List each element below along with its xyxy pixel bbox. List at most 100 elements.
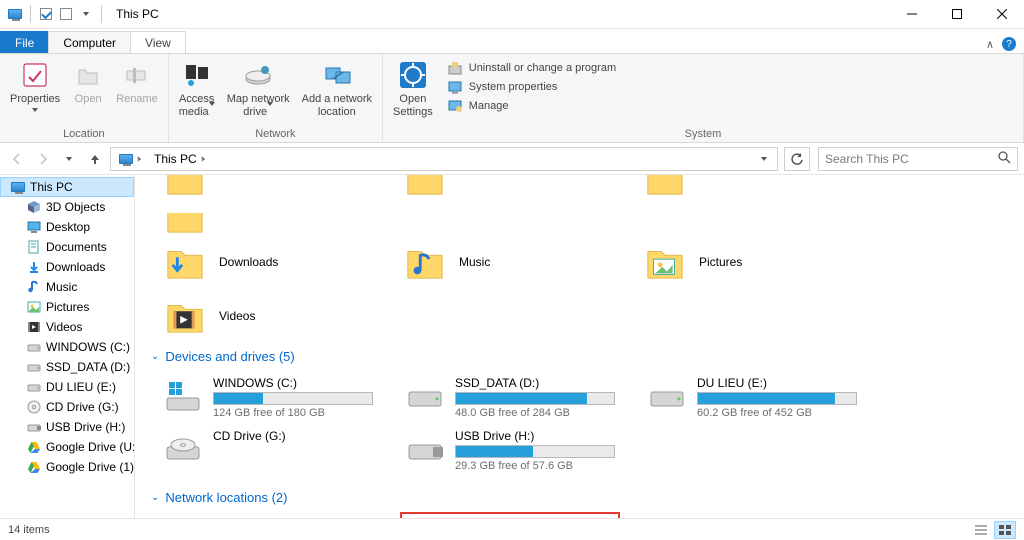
section-devices-and-drives[interactable]: ⌄ Devices and drives (5) <box>135 339 1024 370</box>
folder-label: Videos <box>219 309 255 323</box>
address-root-icon[interactable] <box>113 154 148 164</box>
uninstall-program-button[interactable]: Uninstall or change a program <box>445 59 618 77</box>
cube-icon <box>26 199 42 215</box>
drive-label: SSD_DATA (D:) <box>455 376 615 390</box>
ribbon-group-network: Access media Map network drive Add a net… <box>169 54 383 142</box>
folder-icon <box>163 241 207 283</box>
drive-item[interactable]: DU LIEU (E:) 60.2 GB free of 452 GB <box>647 376 857 419</box>
tab-view[interactable]: View <box>130 31 186 53</box>
collapse-ribbon-icon[interactable]: ∧ <box>986 38 994 51</box>
folder-icon <box>163 213 207 239</box>
tree-item[interactable]: CD Drive (G:) <box>0 397 134 417</box>
items-view[interactable]: Downloads Music Pictures Videos ⌄ Devices a… <box>135 175 1024 518</box>
manage-button[interactable]: Manage <box>445 97 618 115</box>
tree-item[interactable]: Documents <box>0 237 134 257</box>
maximize-button[interactable] <box>934 0 979 29</box>
usage-bar <box>697 392 857 405</box>
folder-item[interactable]: Downloads <box>163 241 363 283</box>
folder-item[interactable] <box>643 175 843 201</box>
uninstall-program-icon <box>447 60 463 76</box>
drive-free-text: 29.3 GB free of 57.6 GB <box>455 460 615 472</box>
tree-item-label: Pictures <box>46 300 89 314</box>
address-dropdown-icon[interactable] <box>753 157 775 161</box>
ribbon-group-location: Properties Open Rename Location <box>0 54 169 142</box>
navigation-tree[interactable]: This PC 3D Objects Desktop DocumentsDownloa… <box>0 175 135 518</box>
refresh-button[interactable] <box>784 147 810 171</box>
ribbon-group-system: Open Settings Uninstall or change a prog… <box>383 54 1024 142</box>
address-bar[interactable]: This PC <box>110 147 778 171</box>
help-icon[interactable]: ? <box>1002 37 1016 51</box>
open-button[interactable]: Open <box>68 57 108 108</box>
down-icon <box>26 259 42 275</box>
qat-checkbox-icon[interactable] <box>37 5 55 23</box>
tree-item[interactable]: 3D Objects <box>0 197 134 217</box>
nav-history-dropdown[interactable] <box>58 148 80 170</box>
folder-label: Music <box>459 255 490 269</box>
drive-icon <box>26 379 42 395</box>
content-area: This PC3D ObjectsDesktopDocumentsDownloa… <box>0 175 1024 518</box>
tree-item[interactable]: Google Drive (U:) <box>0 437 134 457</box>
tree-item[interactable]: WINDOWS (C:) <box>0 337 134 357</box>
tab-file[interactable]: File <box>0 31 49 53</box>
tree-item[interactable]: Desktop <box>0 217 134 237</box>
access-media-button[interactable]: Access media <box>175 57 219 120</box>
tree-item-label: Desktop <box>46 220 90 234</box>
tiles-view-button[interactable] <box>994 521 1016 539</box>
quick-access-toolbar <box>0 5 112 23</box>
details-view-button[interactable] <box>970 521 992 539</box>
drive-label: Google Drive (1) (Z:) <box>455 517 615 518</box>
folder-item[interactable] <box>403 175 603 201</box>
tree-item[interactable]: USB Drive (H:) <box>0 417 134 437</box>
drive-item[interactable]: Google Drive (U:) 7.99 EB free of 7.99 E… <box>163 517 373 518</box>
drive-item[interactable]: Google Drive (1) (Z:) 8.82 GB free of 15… <box>405 517 615 518</box>
drive-item[interactable]: SSD_DATA (D:) 48.0 GB free of 284 GB <box>405 376 615 419</box>
drive-item[interactable]: USB Drive (H:) 29.3 GB free of 57.6 GB <box>405 429 615 472</box>
tree-item[interactable]: Music <box>0 277 134 297</box>
tree-item[interactable]: Google Drive (1) <box>0 457 134 477</box>
tree-item-label: 3D Objects <box>46 200 105 214</box>
tree-item-label: USB Drive (H:) <box>46 420 125 434</box>
tree-item-label: Google Drive (U:) <box>46 440 134 454</box>
folder-item[interactable]: Videos <box>163 295 363 337</box>
qat-empty-icon[interactable] <box>57 5 75 23</box>
section-network-locations[interactable]: ⌄ Network locations (2) <box>135 480 1024 511</box>
folder-item[interactable]: Music <box>403 241 603 283</box>
open-settings-button[interactable]: Open Settings <box>389 57 437 120</box>
usage-bar <box>213 392 373 405</box>
tree-item[interactable]: SSD_DATA (D:) <box>0 357 134 377</box>
folder-icon <box>643 241 687 283</box>
close-button[interactable] <box>979 0 1024 29</box>
qat-dropdown-icon[interactable] <box>77 5 95 23</box>
tree-item-label: Music <box>46 280 77 294</box>
gdrive-icon <box>26 439 42 455</box>
tree-item-label: CD Drive (G:) <box>46 400 119 414</box>
drive-item[interactable]: CD Drive (G:) <box>163 429 373 472</box>
nav-up-button[interactable] <box>84 148 106 170</box>
tree-item[interactable]: Pictures <box>0 297 134 317</box>
drive-item[interactable]: WINDOWS (C:) 124 GB free of 180 GB <box>163 376 373 419</box>
tree-item[interactable]: Videos <box>0 317 134 337</box>
folder-item[interactable]: Pictures <box>643 241 843 283</box>
usage-bar <box>455 445 615 458</box>
add-network-location-button[interactable]: Add a network location <box>298 57 376 120</box>
tree-item[interactable]: Downloads <box>0 257 134 277</box>
usb-icon <box>26 419 42 435</box>
folder-item[interactable] <box>163 175 363 201</box>
breadcrumb-segment[interactable]: This PC <box>148 152 212 166</box>
search-box[interactable]: Search This PC <box>818 147 1018 171</box>
folder-icon <box>643 175 687 201</box>
folder-item[interactable] <box>163 213 363 239</box>
tab-computer[interactable]: Computer <box>48 31 131 53</box>
window-title: This PC <box>112 7 889 21</box>
tree-item[interactable]: This PC <box>0 177 134 197</box>
system-properties-button[interactable]: System properties <box>445 78 618 96</box>
minimize-button[interactable] <box>889 0 934 29</box>
folder-label: Pictures <box>699 255 742 269</box>
map-network-drive-button[interactable]: Map network drive <box>223 57 294 120</box>
nav-forward-button[interactable] <box>32 148 54 170</box>
properties-button[interactable]: Properties <box>6 57 64 114</box>
tree-item[interactable]: DU LIEU (E:) <box>0 377 134 397</box>
usage-bar <box>455 392 615 405</box>
rename-button[interactable]: Rename <box>112 57 162 108</box>
nav-back-button[interactable] <box>6 148 28 170</box>
